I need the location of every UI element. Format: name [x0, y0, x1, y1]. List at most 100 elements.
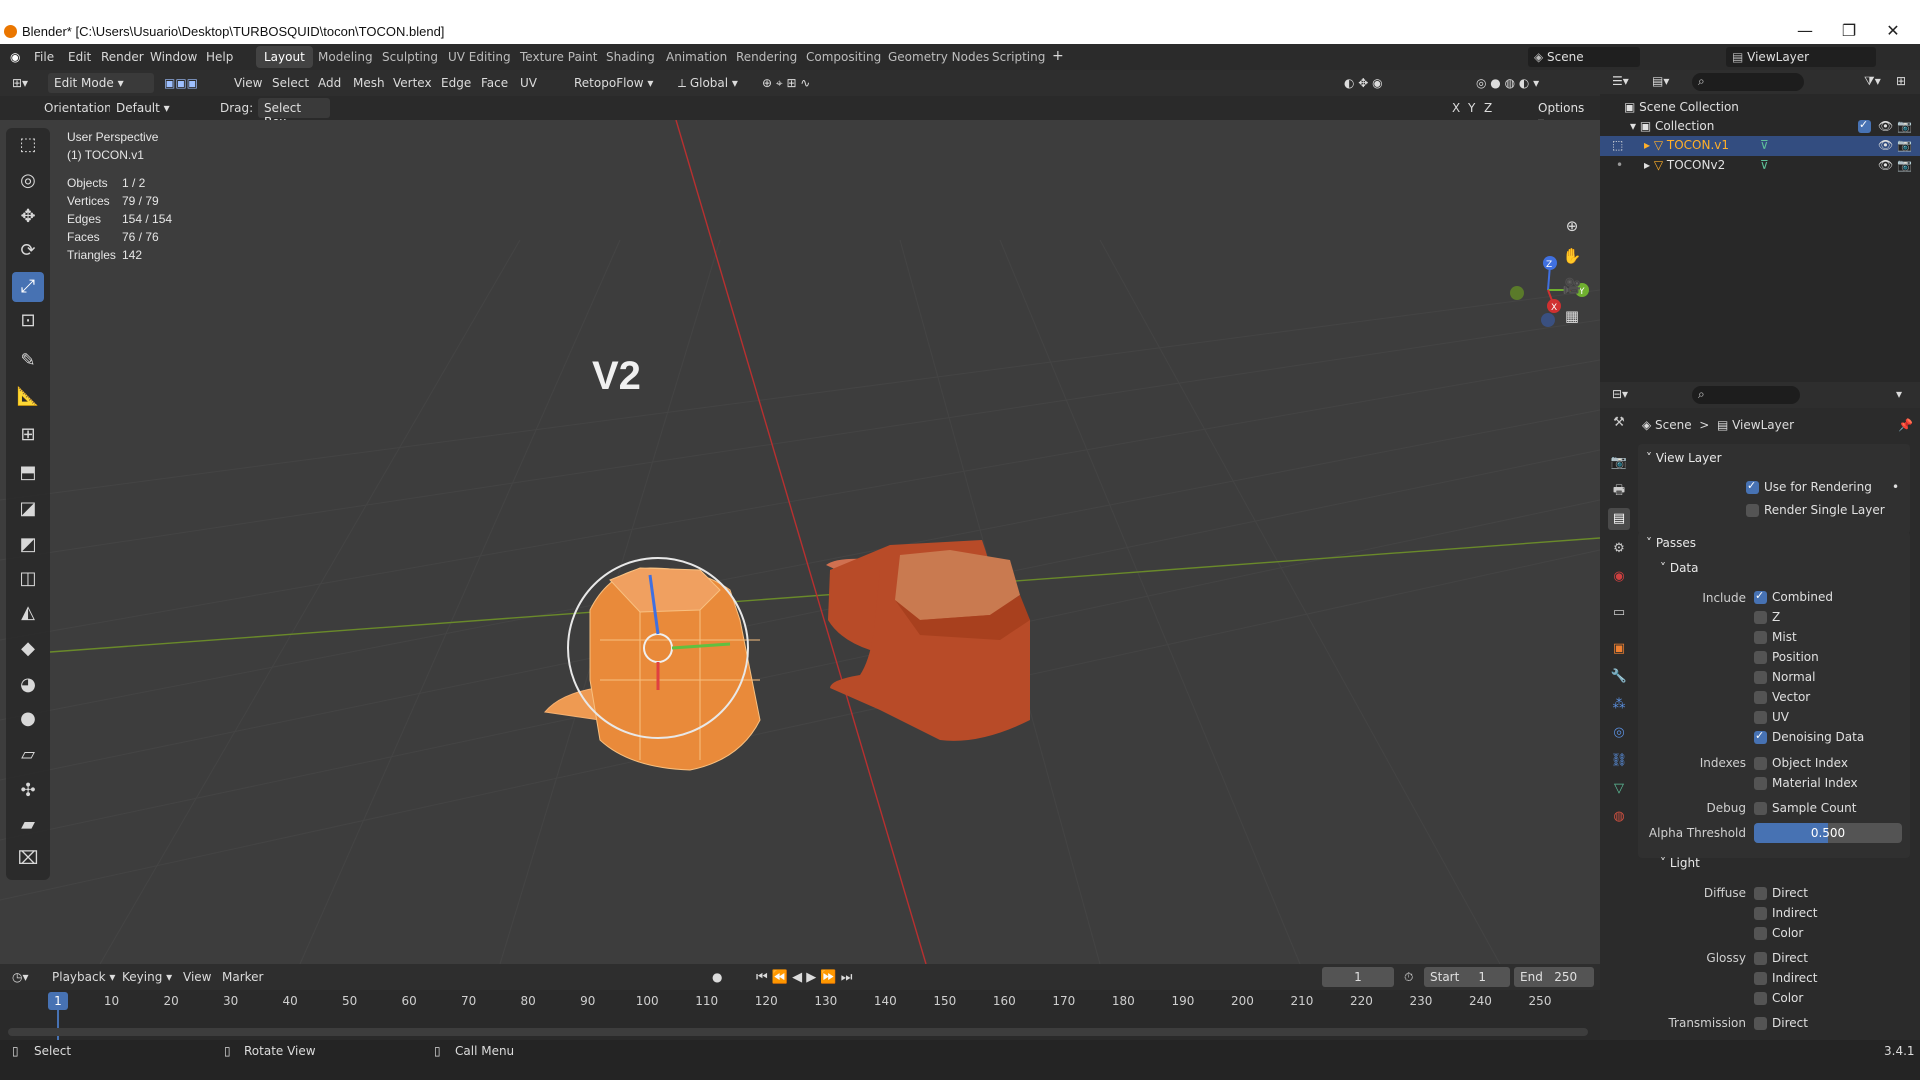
scene-selector[interactable]: ◈ Scene — [1528, 47, 1640, 67]
timeline-menu-playback[interactable]: Playback ▾ — [52, 970, 115, 984]
timeline-menu-marker[interactable]: Marker — [222, 970, 263, 984]
menu-select[interactable]: Select — [272, 76, 309, 90]
view-layer-tab-icon[interactable]: ▤ — [1608, 508, 1630, 530]
object-tab-icon[interactable]: ▣ — [1608, 638, 1630, 660]
toconv2-visibility-icon[interactable]: 👁 📷 — [1878, 158, 1912, 172]
include-checkbox-6[interactable] — [1754, 711, 1767, 724]
data-tab-icon[interactable]: ▽ — [1608, 778, 1630, 800]
poly-build-icon[interactable]: ◆ — [12, 634, 44, 664]
zoom-icon[interactable]: ⊕ — [1560, 214, 1584, 238]
output-tab-icon[interactable]: 🖶 — [1608, 480, 1630, 502]
edge-slide-icon[interactable]: ▱ — [12, 740, 44, 770]
maximize-icon[interactable]: ❐ — [1834, 18, 1864, 44]
collection-visibility-icon[interactable]: 👁 📷 — [1878, 119, 1912, 133]
outliner[interactable]: ☰▾ ▤▾ ⌕ ⧩▾ ⊞ ▣ Scene Collection ▾ ▣ Coll… — [1600, 70, 1920, 382]
tab-shading[interactable]: Shading — [598, 46, 663, 68]
scene-tab-icon[interactable]: ⚙ — [1608, 538, 1630, 560]
tab-scripting[interactable]: Scripting — [984, 46, 1053, 68]
view-layer-section-header[interactable]: ˅ View Layer — [1646, 451, 1722, 465]
smooth-icon[interactable]: ● — [12, 704, 44, 734]
material-tab-icon[interactable]: ◍ — [1608, 806, 1630, 828]
transform-orientation[interactable]: ⟂ Global ▾ — [678, 76, 738, 91]
modifier-tab-icon[interactable]: 🔧 — [1608, 666, 1630, 688]
pivot-snap-icons[interactable]: ⊕ ⌖ ⊞ ∿ — [762, 76, 810, 91]
loop-cut-icon[interactable]: ◫ — [12, 564, 44, 594]
knife-icon[interactable]: ◭ — [12, 598, 44, 628]
new-collection-icon[interactable]: ⊞ — [1896, 74, 1906, 88]
menu-edit[interactable]: Edit — [68, 50, 91, 64]
menu-uv[interactable]: UV — [520, 76, 537, 90]
filter-icon[interactable]: ⧩▾ — [1864, 74, 1881, 89]
pin-icon[interactable]: 📌 — [1898, 418, 1913, 432]
retopoflow-menu[interactable]: RetopoFlow ▾ — [574, 76, 653, 90]
add-cube-icon[interactable]: ⊞ — [12, 420, 44, 450]
timeline-menu-keying[interactable]: Keying ▾ — [122, 970, 172, 984]
tab-texture-paint[interactable]: Texture Paint — [512, 46, 605, 68]
outliner-search-input[interactable]: ⌕ — [1692, 73, 1804, 91]
mesh-data-icon[interactable]: ⊽ — [1760, 138, 1769, 152]
grid-view-icon[interactable]: ▦ — [1560, 304, 1584, 328]
include-checkbox-5[interactable] — [1754, 691, 1767, 704]
edit-mode-icon[interactable]: ⬚ — [1612, 138, 1623, 152]
camera-icon[interactable]: 🎥 — [1560, 274, 1584, 298]
menu-face[interactable]: Face — [481, 76, 508, 90]
timeline[interactable]: ◷▾ Playback ▾ Keying ▾ View Marker ● ⏮ ⏪… — [0, 964, 1600, 1040]
include-checkbox-0[interactable] — [1754, 589, 1767, 604]
tab-sculpting[interactable]: Sculpting — [374, 46, 446, 68]
timeline-editor-icon[interactable]: ◷▾ — [12, 970, 29, 984]
tab-animation[interactable]: Animation — [658, 46, 735, 68]
blender-menu-icon[interactable]: ◉ — [10, 50, 20, 64]
render-tab-icon[interactable]: 📷 — [1608, 452, 1630, 474]
properties-editor-icon[interactable]: ⊟▾ — [1612, 387, 1628, 401]
properties-search-input[interactable]: ⌕ — [1692, 386, 1800, 404]
end-frame-field[interactable]: End 250 — [1514, 967, 1594, 987]
view-layer-selector[interactable]: ▤ ViewLayer — [1726, 47, 1876, 67]
menu-help[interactable]: Help — [206, 50, 233, 64]
include-checkbox-7[interactable] — [1754, 729, 1767, 744]
display-mode-icon[interactable]: ▤▾ — [1652, 74, 1669, 88]
keyframe-dot-icon[interactable]: • — [1892, 480, 1899, 494]
menu-render[interactable]: Render — [101, 50, 144, 64]
3d-viewport[interactable]: Z Y X V2 — [0, 120, 1600, 964]
annotate-icon[interactable]: ✎ — [12, 346, 44, 376]
menu-window[interactable]: Window — [150, 50, 197, 64]
data-subsection-header[interactable]: ˅ Data — [1660, 561, 1698, 575]
close-icon[interactable]: ✕ — [1878, 18, 1908, 44]
menu-edge[interactable]: Edge — [441, 76, 471, 90]
scale-icon[interactable]: ⤢ — [12, 272, 44, 302]
menu-vertex[interactable]: Vertex — [393, 76, 432, 90]
glossy-indirect-checkbox[interactable] — [1754, 972, 1767, 985]
world-tab-icon[interactable]: ◉ — [1608, 566, 1630, 588]
outliner-editor-icon[interactable]: ☰▾ — [1612, 74, 1629, 88]
passes-section-header[interactable]: ˅ Passes — [1646, 536, 1696, 550]
outliner-object-toconv2[interactable]: ▸ ▽ TOCONv2 — [1644, 158, 1725, 172]
properties-options-icon[interactable]: ▾ — [1896, 387, 1902, 401]
light-subsection-header[interactable]: ˅ Light — [1660, 856, 1700, 870]
mode-dropdown[interactable]: Edit Mode ▾ — [48, 73, 154, 93]
bevel-icon[interactable]: ◩ — [12, 530, 44, 560]
select-box-icon[interactable]: ⬚ — [12, 130, 44, 160]
playback-controls-icons[interactable]: ⏮ ⏪ ◀ ▶ ⏩ ⏭ — [756, 970, 852, 985]
outliner-object-tocon-v1[interactable]: ▸ ▽ TOCON.v1 — [1644, 138, 1729, 152]
mirror-z[interactable]: Z — [1484, 101, 1492, 115]
material-index-checkbox[interactable] — [1754, 777, 1767, 790]
timeline-menu-view[interactable]: View — [183, 970, 211, 984]
menu-mesh[interactable]: Mesh — [353, 76, 385, 90]
glossy-color-checkbox[interactable] — [1754, 992, 1767, 1005]
tool-tab-icon[interactable]: ⚒ — [1608, 412, 1630, 434]
current-frame-field[interactable]: 1 — [1322, 967, 1394, 987]
cursor-icon[interactable]: ◎ — [12, 166, 44, 196]
object-index-checkbox[interactable] — [1754, 757, 1767, 770]
minimize-icon[interactable]: — — [1790, 18, 1820, 44]
pan-hand-icon[interactable]: ✋ — [1560, 244, 1584, 268]
diffuse-direct-checkbox[interactable] — [1754, 887, 1767, 900]
tab-compositing[interactable]: Compositing — [798, 46, 889, 68]
stopwatch-icon[interactable]: ⏱ — [1404, 970, 1413, 985]
transform-icon[interactable]: ⊡ — [12, 306, 44, 336]
drag-dropdown[interactable]: Select Box — [258, 98, 330, 129]
tab-rendering[interactable]: Rendering — [728, 46, 805, 68]
physics-tab-icon[interactable]: ◎ — [1608, 722, 1630, 744]
collection-tab-icon[interactable]: ▭ — [1608, 602, 1630, 624]
mesh-data-icon-2[interactable]: ⊽ — [1760, 158, 1769, 172]
shrink-fatten-icon[interactable]: ✣ — [12, 776, 44, 806]
